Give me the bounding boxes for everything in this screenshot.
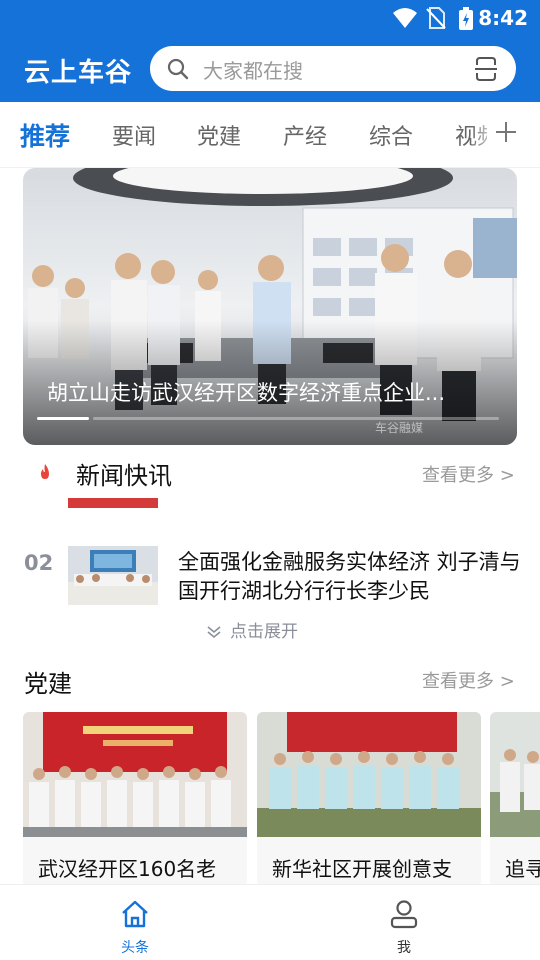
party-card-image (23, 712, 247, 837)
home-icon (122, 900, 148, 928)
add-tab-icon[interactable] (494, 120, 518, 144)
flame-icon (30, 458, 60, 488)
banner-carousel[interactable]: 车谷融媒 胡立山走访武汉经开区数字经济重点企业... (23, 168, 517, 445)
app-title: 云上车谷 (24, 58, 133, 88)
party-card[interactable]: 追寻红色记忆 (490, 712, 540, 887)
tab-party[interactable]: 党建 (197, 119, 241, 151)
app-screen: 8:42 云上车谷 大家都在搜 推荐 要闻 党建 产经 综合 视频 (0, 0, 540, 960)
banner-watermark: 车谷融媒 (375, 420, 423, 435)
party-card-image (490, 712, 540, 837)
party-card[interactable]: 新华社区开展创意支部主题党日活动 (257, 712, 481, 887)
party-card-image (257, 712, 481, 837)
news-item-index: 02 (24, 551, 54, 575)
carousel-indicator-active (37, 417, 89, 420)
search-placeholder: 大家都在搜 (203, 59, 303, 83)
category-tabs: 推荐 要闻 党建 产经 综合 视频 (0, 102, 540, 168)
news-item-thumbnail (68, 546, 158, 605)
tab-general[interactable]: 综合 (369, 119, 413, 151)
nav-label-home: 头条 (121, 940, 149, 956)
party-card-caption: 新华社区开展创意支部主题党日活动 (272, 857, 452, 887)
chevron-down-icon (207, 626, 221, 639)
nav-item-home[interactable]: 头条 (75, 885, 195, 960)
status-bar: 8:42 (0, 0, 540, 36)
bottom-nav: 头条 我 (0, 884, 540, 960)
search-bar[interactable]: 大家都在搜 (150, 46, 516, 91)
scan-icon[interactable] (474, 56, 498, 82)
news-item-title: 全面强化金融服务实体经济 刘子清与国开行湖北分行行长李少民 (178, 550, 521, 603)
search-icon (167, 58, 189, 80)
expand-button[interactable]: 点击展开 (206, 617, 298, 642)
party-card-caption: 武汉经开区160名老党员获颁“光荣在党50年” (38, 857, 234, 887)
tab-industry[interactable]: 产经 (283, 119, 327, 151)
party-more-link[interactable]: 查看更多 > (422, 667, 515, 693)
nav-label-me: 我 (397, 940, 411, 956)
top-bar: 8:42 云上车谷 大家都在搜 (0, 0, 540, 102)
banner-caption: 胡立山走访武汉经开区数字经济重点企业... (47, 381, 446, 405)
expand-label: 点击展开 (230, 622, 298, 642)
party-card-caption: 追寻红色记忆 (505, 857, 540, 881)
nav-item-me[interactable]: 我 (344, 885, 464, 960)
battery-icon (459, 7, 473, 30)
party-card[interactable]: 武汉经开区160名老党员获颁“光荣在党50年” (23, 712, 247, 887)
party-section-title: 党建 (24, 670, 72, 698)
carousel-indicator-track (93, 417, 499, 420)
user-icon (390, 900, 418, 929)
tab-headlines[interactable]: 要闻 (112, 119, 156, 151)
news-flash-red-strip (68, 498, 158, 508)
tab-recommend[interactable]: 推荐 (20, 117, 70, 153)
news-flash-more-link[interactable]: 查看更多 > (422, 461, 515, 487)
status-time: 8:42 (478, 6, 528, 30)
wifi-icon (393, 8, 417, 28)
no-sim-icon (426, 7, 446, 29)
news-flash-title: 新闻快讯 (76, 462, 172, 490)
